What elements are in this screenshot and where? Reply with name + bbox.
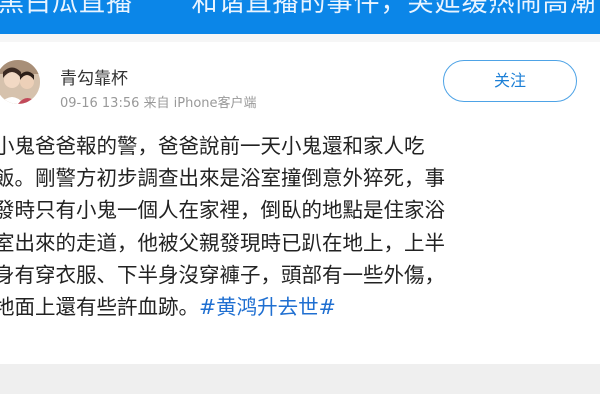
hashtag-link[interactable]: #黄鸿升去世# <box>199 295 336 319</box>
follow-button[interactable]: 关注 <box>443 60 577 102</box>
username[interactable]: 青勾靠杯 <box>60 64 128 89</box>
top-banner: 黑白瓜直播 和谐直播的事件，突延缓热闹高潮 <box>0 0 600 34</box>
banner-text: 黑白瓜直播 和谐直播的事件，突延缓热闹高潮 <box>0 0 597 19</box>
post-line: 小鬼爸爸報的警，爸爸說前一天小鬼還和家人吃 <box>0 134 425 158</box>
banner-left-text: 黑白瓜直播 <box>0 0 134 18</box>
banner-right-text: 和谐直播的事件，突延缓热闹高潮 <box>191 0 597 18</box>
post-meta: 09-16 13:56 来自 iPhone客户端 <box>60 96 257 111</box>
post-line: 飯。剛警方初步調查出來是浴室撞倒意外猝死，事 <box>0 166 445 191</box>
post-line-text: 地面上還有些許血跡。 <box>0 294 199 319</box>
post-body: 小鬼爸爸報的警，爸爸說前一天小鬼還和家人吃 飯。剛警方初步調查出來是浴室撞倒意外… <box>0 130 600 323</box>
post-line: 發時只有小鬼一個人在家裡，倒臥的地點是住家浴 <box>0 198 445 223</box>
post-line: 室出來的走道，他被父親發現時已趴在地上，上半 <box>0 230 445 255</box>
post-line: 身有穿衣服、下半身沒穿褲子，頭部有一些外傷， <box>0 262 445 287</box>
bottom-strip <box>0 364 600 394</box>
post-line-last: 地面上還有些許血跡。#黄鸿升去世# <box>0 291 600 323</box>
